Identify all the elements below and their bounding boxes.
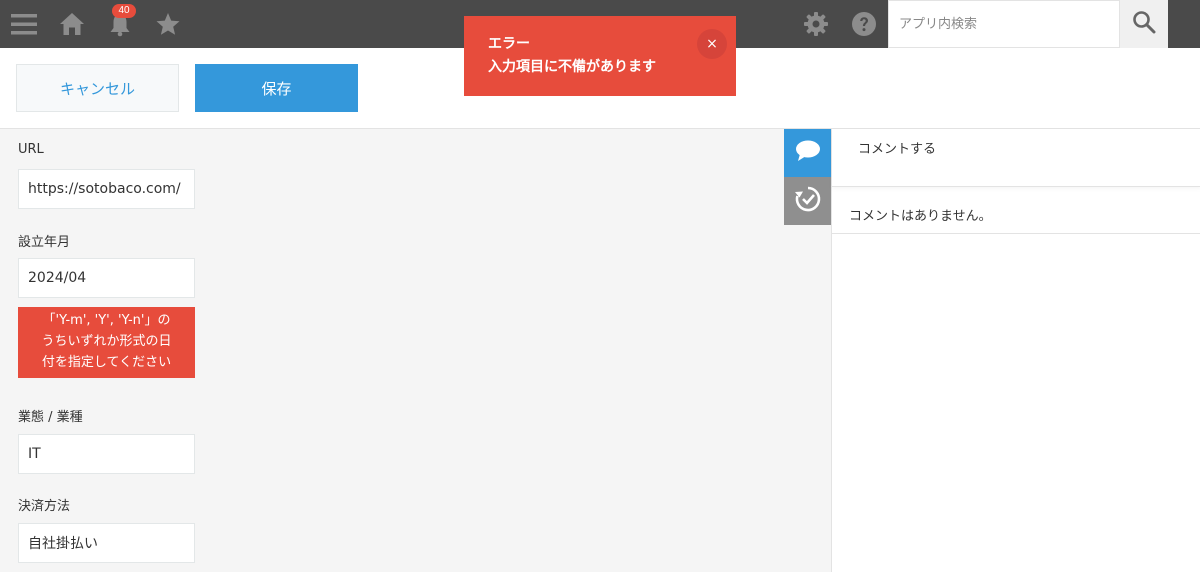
field-label-industry: 業態 / 業種 — [18, 410, 83, 425]
home-icon[interactable] — [56, 8, 88, 40]
star-icon[interactable] — [152, 8, 184, 40]
tab-comments[interactable] — [784, 129, 832, 177]
notification-badge: 40 — [112, 4, 136, 18]
comment-icon — [795, 139, 821, 167]
established-field[interactable]: 2024/04 — [18, 258, 195, 298]
field-label-payment: 決済方法 — [18, 499, 71, 514]
comment-input[interactable]: コメントする — [832, 129, 1200, 187]
error-toast: エラー 入力項目に不備があります × — [464, 16, 736, 96]
search-input[interactable] — [889, 1, 1119, 47]
tab-history[interactable] — [784, 177, 832, 225]
search-icon — [1132, 10, 1156, 38]
field-label-url: URL — [18, 142, 44, 157]
search-box — [888, 0, 1120, 48]
save-button[interactable]: 保存 — [195, 64, 358, 112]
menu-icon[interactable] — [8, 8, 40, 40]
toast-title: エラー — [488, 36, 530, 52]
search-button[interactable] — [1120, 0, 1168, 48]
no-comments-message: コメントはありません。 — [832, 188, 1200, 234]
error-line: 付を指定してください — [41, 355, 172, 370]
field-label-established: 設立年月 — [18, 235, 71, 250]
gear-icon[interactable] — [800, 8, 832, 40]
toast-message: 入力項目に不備があります — [488, 59, 656, 75]
help-icon[interactable] — [848, 8, 880, 40]
field-error-message: 「'Y-m', 'Y', 'Y-n'」の うちいずれか形式の日 付を指定してくだ… — [18, 307, 195, 378]
comment-panel: コメントする コメントはありません。 — [831, 129, 1200, 572]
industry-field[interactable]: IT — [18, 434, 195, 474]
error-line: 「'Y-m', 'Y', 'Y-n'」の — [42, 313, 171, 328]
close-icon[interactable]: × — [697, 29, 727, 59]
history-icon — [794, 185, 822, 217]
url-field[interactable]: https://sotobaco.com/ — [18, 169, 195, 209]
error-line: うちいずれか形式の日 — [41, 334, 172, 349]
payment-method-field[interactable]: 自社掛払い — [18, 523, 195, 563]
record-form: URL https://sotobaco.com/ 設立年月 2024/04 「… — [0, 129, 784, 572]
cancel-button[interactable]: キャンセル — [16, 64, 179, 112]
